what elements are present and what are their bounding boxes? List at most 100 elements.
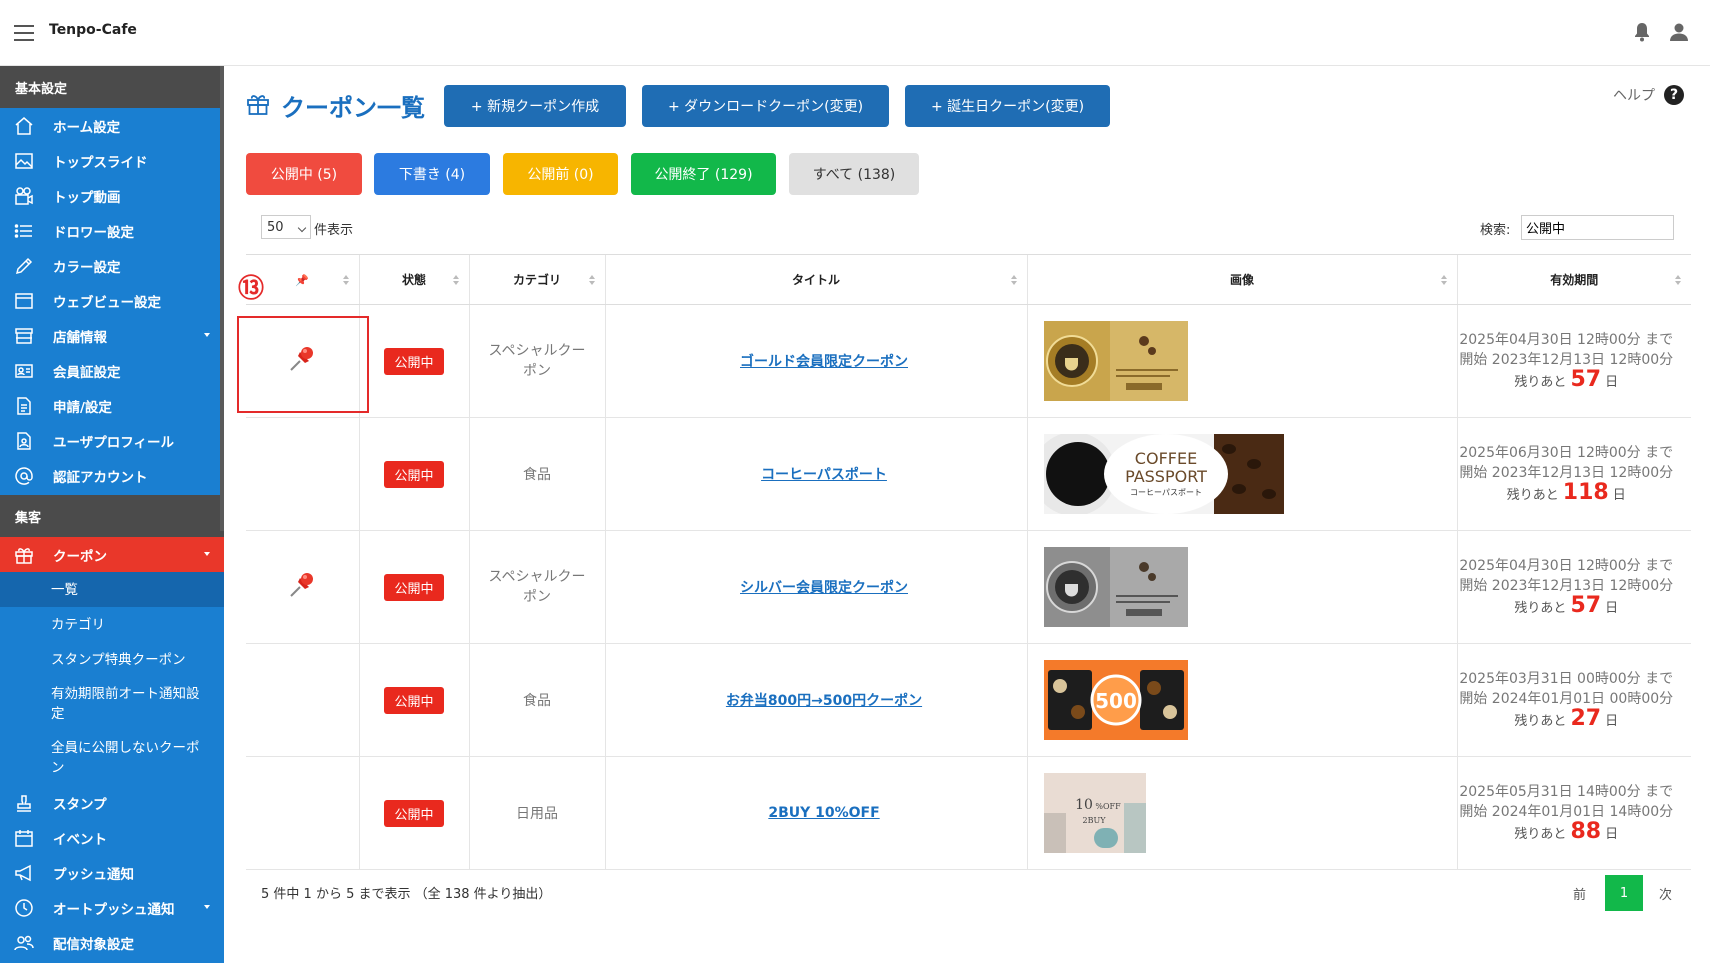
column-label: 有効期間 bbox=[1550, 273, 1599, 287]
pagination-next[interactable]: 次 bbox=[1659, 884, 1672, 903]
sidebar-item-label: イベント bbox=[53, 831, 107, 848]
coupon-title-link[interactable]: シルバー会員限定クーポン bbox=[740, 580, 908, 596]
column-label: 状態 bbox=[401, 273, 426, 287]
sidebar-subitem-list[interactable]: 一覧 bbox=[0, 572, 224, 607]
sidebar-subitem-expiry-notify[interactable]: 有効期限前オート通知設定 bbox=[0, 677, 224, 731]
pin-cell[interactable] bbox=[246, 756, 359, 870]
sidebar-item-color[interactable]: カラー設定 bbox=[0, 248, 224, 283]
page-length-select[interactable]: 50 bbox=[261, 215, 311, 239]
filter-ended[interactable]: 公開終了 (129) bbox=[631, 153, 776, 195]
coupon-table: 📌 状態 カテゴリ タイトル 画像 有効期間 公開中 スペシャルクーポン ゴール… bbox=[246, 254, 1691, 870]
question-icon[interactable]: ? bbox=[1664, 85, 1684, 105]
sidebar-item-auto-push[interactable]: オートプッシュ通知 bbox=[0, 890, 224, 925]
pagination-current-page[interactable]: 1 bbox=[1605, 875, 1643, 911]
stamp-icon bbox=[13, 793, 35, 813]
coupon-title-link[interactable]: お弁当800円→500円クーポン bbox=[726, 693, 922, 709]
sidebar-item-label: トップ動画 bbox=[53, 189, 121, 206]
status-badge: 公開中 bbox=[384, 573, 444, 601]
sidebar-item-label: オートプッシュ通知 bbox=[53, 901, 175, 918]
sidebar-item-top-slide[interactable]: トップスライド bbox=[0, 143, 224, 178]
sidebar-item-label: 申請/設定 bbox=[53, 399, 112, 416]
sidebar-item-top-video[interactable]: トップ動画 bbox=[0, 178, 224, 213]
coupon-thumbnail[interactable]: COFFEE PASSPORT コーヒーパスポート bbox=[1043, 434, 1284, 514]
category-cell: 食品 bbox=[468, 643, 605, 757]
sidebar-item-member-card[interactable]: 会員証設定 bbox=[0, 353, 224, 388]
pagination-prev[interactable]: 前 bbox=[1573, 884, 1586, 903]
coupon-thumbnail[interactable]: 500 bbox=[1043, 660, 1188, 740]
sidebar-item-application[interactable]: 申請/設定 bbox=[0, 388, 224, 423]
period-end: 2025年04月30日 12時00分 まで bbox=[1459, 331, 1674, 348]
sidebar-item-store-info[interactable]: 店舗情報 bbox=[0, 318, 224, 353]
search-input[interactable] bbox=[1521, 215, 1674, 240]
column-label: タイトル bbox=[791, 273, 840, 287]
page-length-label: 件表示 bbox=[314, 223, 354, 238]
column-image[interactable]: 画像 bbox=[1026, 254, 1457, 305]
page-length-value: 50 bbox=[267, 219, 284, 235]
table-row: 公開中 食品 お弁当800円→500円クーポン 500 2025年03月31日 … bbox=[246, 643, 1691, 757]
sidebar-scrollbar[interactable] bbox=[220, 66, 224, 531]
hamburger-menu-icon[interactable] bbox=[14, 25, 34, 41]
discount-off-text: %OFF bbox=[1095, 802, 1121, 811]
coupon-thumbnail[interactable] bbox=[1043, 547, 1188, 627]
filter-draft[interactable]: 下書き (4) bbox=[374, 153, 490, 195]
sidebar-item-push[interactable]: プッシュ通知 bbox=[0, 855, 224, 890]
home-icon bbox=[13, 116, 35, 136]
sidebar-item-home[interactable]: ホーム設定 bbox=[0, 108, 224, 143]
period-start: 開始 2024年01月01日 00時00分 bbox=[1459, 690, 1674, 707]
remain-suffix: 日 bbox=[1605, 374, 1619, 390]
status-badge: 公開中 bbox=[384, 347, 444, 375]
chevron-down-icon bbox=[204, 333, 210, 337]
column-period[interactable]: 有効期間 bbox=[1456, 254, 1691, 305]
coupon-title-link[interactable]: コーヒーパスポート bbox=[761, 467, 887, 483]
user-icon[interactable] bbox=[1669, 22, 1689, 42]
pin-cell[interactable] bbox=[246, 643, 359, 757]
sort-icon bbox=[452, 275, 459, 285]
sidebar-item-coupon[interactable]: クーポン bbox=[0, 537, 224, 572]
coupon-title-link[interactable]: 2BUY 10%OFF bbox=[768, 805, 879, 821]
table-row: 公開中 スペシャルクーポン ゴールド会員限定クーポン 2025年04月30日 1… bbox=[246, 304, 1691, 418]
pin-cell[interactable] bbox=[246, 417, 359, 531]
page-title: クーポン一覧 bbox=[281, 94, 425, 122]
sidebar-subitem-category[interactable]: カテゴリ bbox=[0, 607, 224, 642]
remain-prefix: 残りあと bbox=[1514, 600, 1567, 616]
birthday-coupon-button[interactable]: + 誕生日クーポン(変更) bbox=[905, 85, 1110, 127]
2buy-text: 2BUY bbox=[1082, 816, 1106, 825]
gift-icon bbox=[13, 545, 35, 565]
sidebar-item-drawer[interactable]: ドロワー設定 bbox=[0, 213, 224, 248]
sidebar-item-webview[interactable]: ウェブビュー設定 bbox=[0, 283, 224, 318]
remain-prefix: 残りあと bbox=[1514, 826, 1567, 842]
days-count: 88 bbox=[1570, 818, 1602, 844]
status-badge: 公開中 bbox=[384, 686, 444, 714]
sidebar: 基本設定 ホーム設定 トップスライド トップ動画 ドロワー設定 カラー設定 ウェ… bbox=[0, 66, 224, 963]
download-coupon-button[interactable]: + ダウンロードクーポン(変更) bbox=[642, 85, 889, 127]
sort-icon bbox=[588, 275, 595, 285]
filter-published[interactable]: 公開中 (5) bbox=[246, 153, 362, 195]
category-cell: 日用品 bbox=[468, 756, 605, 870]
column-status[interactable]: 状態 bbox=[358, 254, 469, 305]
sidebar-item-user-profile[interactable]: ユーザプロフィール bbox=[0, 423, 224, 458]
bento-coupon-image: 500 bbox=[1043, 660, 1188, 740]
new-coupon-button[interactable]: + 新規クーポン作成 bbox=[444, 85, 626, 127]
browser-icon bbox=[13, 291, 35, 311]
help-link[interactable]: ヘルプ bbox=[1613, 85, 1655, 105]
filter-all[interactable]: すべて (138) bbox=[789, 153, 919, 195]
bento-price-text: 500 bbox=[1095, 689, 1137, 713]
coupon-title-link[interactable]: ゴールド会員限定クーポン bbox=[740, 354, 908, 370]
column-category[interactable]: カテゴリ bbox=[468, 254, 605, 305]
sidebar-item-stamp[interactable]: スタンプ bbox=[0, 785, 224, 820]
sidebar-subitem-stamp-coupon[interactable]: スタンプ特典クーポン bbox=[0, 642, 224, 677]
sidebar-subitem-private-coupon[interactable]: 全員に公開しないクーポン bbox=[0, 731, 224, 785]
remain-suffix: 日 bbox=[1605, 713, 1619, 729]
sidebar-item-event[interactable]: イベント bbox=[0, 820, 224, 855]
sidebar-item-target-settings[interactable]: 配信対象設定 bbox=[0, 925, 224, 960]
column-label: 画像 bbox=[1229, 273, 1254, 287]
pin-cell[interactable] bbox=[246, 530, 359, 644]
filter-scheduled[interactable]: 公開前 (0) bbox=[503, 153, 618, 195]
bell-icon[interactable] bbox=[1633, 22, 1651, 42]
coupon-thumbnail[interactable] bbox=[1043, 321, 1188, 401]
coupon-thumbnail[interactable]: 10 %OFF 2BUY bbox=[1043, 773, 1146, 853]
column-title[interactable]: タイトル bbox=[604, 254, 1027, 305]
sidebar-item-auth-account[interactable]: 認証アカウント bbox=[0, 458, 224, 493]
pin-icon: 📌 bbox=[295, 273, 310, 287]
category-cell: スペシャルクーポン bbox=[468, 530, 605, 644]
